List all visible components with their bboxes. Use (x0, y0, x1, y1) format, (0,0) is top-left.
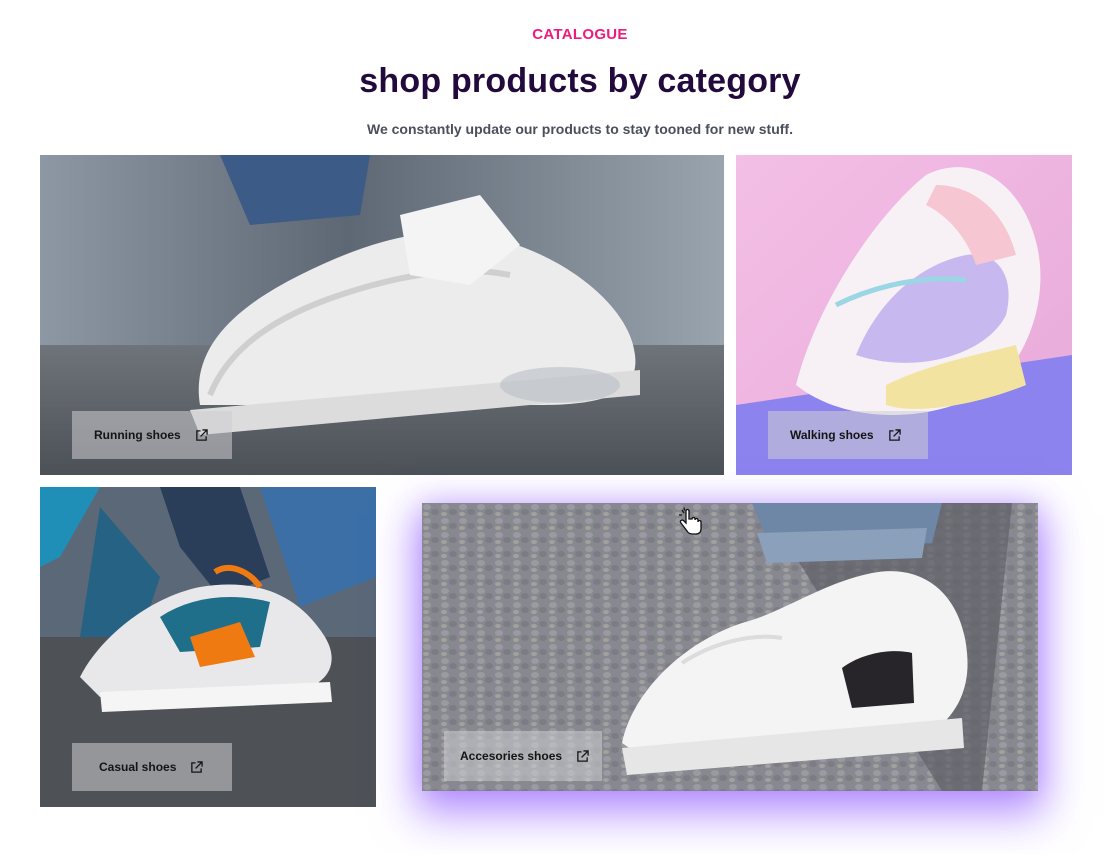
walking-shoes-button[interactable]: Walking shoes (768, 411, 928, 459)
casual-shoes-label: Casual shoes (99, 760, 177, 774)
running-shoes-label: Running shoes (94, 428, 181, 442)
hand-pointer-cursor-icon (679, 507, 702, 535)
external-link-icon (577, 749, 589, 762)
page-title: shop products by category (359, 62, 801, 100)
category-card-casual[interactable]: Casual shoes (40, 487, 376, 807)
category-card-accessories[interactable]: Accesories shoes (422, 503, 1038, 791)
accessories-shoes-label: Accesories shoes (460, 749, 563, 763)
walking-shoes-label: Walking shoes (790, 428, 874, 442)
category-card-walking[interactable]: Walking shoes (736, 155, 1072, 475)
external-link-icon (888, 428, 901, 441)
page-subtitle: We constantly update our products to sta… (367, 121, 793, 137)
catalogue-eyebrow: CATALOGUE (532, 26, 628, 43)
running-shoes-button[interactable]: Running shoes (72, 411, 232, 459)
accessories-shoes-button[interactable]: Accesories shoes (444, 731, 602, 781)
category-card-running[interactable]: Running shoes (40, 155, 724, 475)
external-link-icon (195, 428, 208, 441)
external-link-icon (191, 760, 204, 773)
casual-shoes-button[interactable]: Casual shoes (72, 743, 232, 791)
